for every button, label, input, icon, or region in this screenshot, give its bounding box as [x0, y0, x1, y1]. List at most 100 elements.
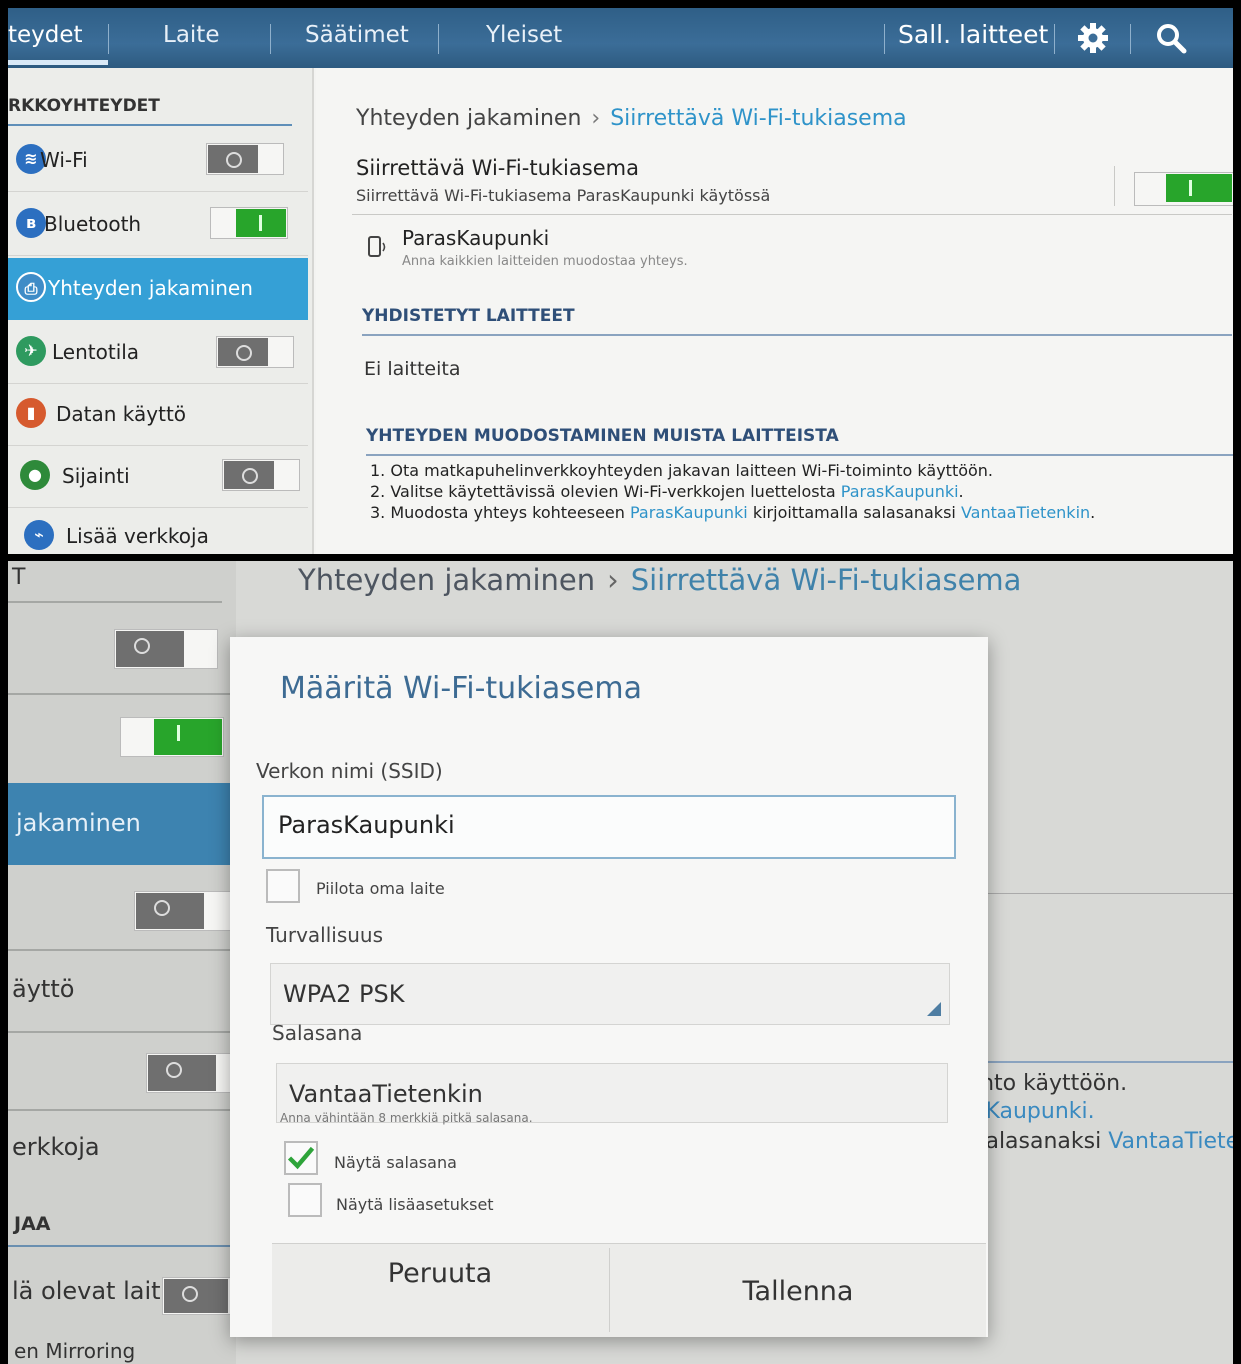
sidebar-item-label: en Mirroring: [14, 1339, 136, 1363]
active-tab-indicator: [8, 60, 108, 65]
breadcrumb-parent[interactable]: Yhteyden jakaminen: [356, 106, 581, 131]
divider-line: [988, 893, 1233, 894]
sidebar-item-label: Lisää verkkoja: [66, 524, 209, 548]
settings-screen-top: teydet Laite Säätimet Yleiset Sall. lait…: [8, 8, 1233, 554]
data-usage-icon: ▮: [16, 398, 46, 428]
hotspot-status: Siirrettävä Wi-Fi-tukiasema ParasKaupunk…: [356, 186, 771, 205]
show-password-checkbox[interactable]: [284, 1141, 318, 1175]
sidebar-item-label: Yhteyden jakaminen: [48, 276, 253, 300]
dropdown-indicator-icon: [927, 1002, 941, 1016]
instruction-step-3: 3. Muodosta yhteys kohteeseen ParasKaupu…: [370, 503, 1096, 522]
more-networks-icon: ⌁: [24, 520, 54, 550]
airplane-toggle[interactable]: [216, 336, 294, 368]
tab-device[interactable]: Laite: [163, 22, 219, 48]
sidebar-item-label: jakaminen: [16, 809, 141, 837]
row-divider: [352, 214, 1232, 215]
sidebar-item-bluetooth[interactable]: ʙ Bluetooth: [8, 194, 308, 256]
sidebar-item-label: Lentotila: [52, 340, 140, 364]
tab-divider: [438, 24, 439, 54]
sidebar-item-airplane[interactable]: ✈ Lentotila: [8, 322, 308, 384]
tab-divider: [1054, 24, 1055, 54]
tethering-icon: ⎙: [16, 272, 46, 302]
dialog-button-bar: Peruuta Tallenna: [272, 1243, 986, 1337]
sidebar-item-data-usage[interactable]: ▮ Datan käyttö: [8, 384, 308, 446]
sidebar-header-fragment: T: [12, 565, 26, 590]
sidebar-item-label: äyttö: [12, 975, 75, 1003]
connect-other-devices-header: YHTEYDEN MUODOSTAMINEN MUISTA LAITTEISTA: [366, 426, 839, 446]
sidebar-item-label: Datan käyttö: [56, 402, 187, 426]
sidebar-item-label: lä olevat lait.: [12, 1277, 169, 1305]
tab-connections[interactable]: teydet: [8, 22, 83, 48]
sidebar-divider: [8, 601, 222, 603]
section-divider: [362, 334, 1232, 336]
tab-divider: [884, 24, 885, 54]
hide-device-checkbox[interactable]: [266, 869, 300, 903]
sidebar-section-header: JAA: [14, 1213, 51, 1235]
cancel-button[interactable]: Peruuta: [272, 1244, 608, 1338]
security-select[interactable]: WPA2 PSK: [270, 963, 950, 1025]
divider-line: [983, 1061, 1233, 1063]
tab-controls[interactable]: Säätimet: [305, 22, 409, 48]
section-divider: [366, 454, 1233, 456]
connected-devices-header: YHDISTETYT LAITTEET: [362, 306, 575, 326]
breadcrumb-current: Siirrettävä Wi-Fi-tukiasema: [610, 106, 907, 131]
sidebar-item-label: erkkoja: [12, 1133, 100, 1161]
ssid-input[interactable]: ParasKaupunki: [262, 795, 956, 859]
no-devices-text: Ei laitteita: [364, 358, 461, 380]
search-icon[interactable]: [1153, 20, 1189, 56]
sidebar-divider: [8, 1031, 236, 1033]
breadcrumb-parent[interactable]: Yhteyden jakaminen: [298, 563, 595, 597]
network-name[interactable]: ParasKaupunki: [402, 226, 549, 250]
phone-hotspot-icon: [368, 236, 386, 257]
gear-icon[interactable]: [1075, 20, 1111, 56]
location-icon: ●: [20, 460, 50, 490]
tab-divider: [108, 24, 109, 54]
bluetooth-toggle[interactable]: [120, 717, 224, 757]
ssid-label: Verkon nimi (SSID): [256, 759, 443, 783]
chevron-right-icon: ›: [607, 563, 619, 597]
tab-general[interactable]: Yleiset: [486, 22, 562, 48]
hotspot-config-dialog: Määritä Wi-Fi-tukiasema Verkon nimi (SSI…: [230, 637, 988, 1337]
allowed-devices-button[interactable]: Sall. laitteet: [898, 20, 1048, 49]
chevron-right-icon: ›: [591, 106, 601, 131]
airplane-toggle[interactable]: [134, 891, 238, 931]
hotspot-toggle[interactable]: [1134, 172, 1233, 206]
settings-screen-bottom: T jakaminen äyttö erkkoja JAA lä olevat …: [8, 561, 1233, 1364]
wifi-toggle[interactable]: [206, 143, 284, 175]
wifi-toggle[interactable]: [114, 629, 218, 669]
settings-tab-bar: teydet Laite Säätimet Yleiset Sall. lait…: [8, 8, 1233, 68]
sidebar-item-label: Wi-Fi: [40, 148, 88, 172]
password-label: Salasana: [272, 1021, 363, 1045]
sidebar-item-more-networks[interactable]: ⌁ Lisää verkkoja: [8, 506, 308, 554]
network-hint: Anna kaikkien laitteiden muodostaa yhtey…: [402, 254, 688, 269]
sidebar-divider: [8, 1109, 236, 1111]
breadcrumb: Yhteyden jakaminen › Siirrettävä Wi-Fi-tuk…: [298, 563, 1021, 597]
background-text-line: into käyttöön.: [974, 1071, 1128, 1096]
location-toggle[interactable]: [222, 459, 300, 491]
airplane-icon: ✈: [16, 336, 46, 366]
hotspot-settings-content: Yhteyden jakaminen › Siirrettävä Wi-Fi-tuk…: [316, 68, 1233, 554]
sidebar-divider: [8, 949, 236, 951]
show-advanced-label: Näytä lisäasetukset: [336, 1195, 494, 1214]
bluetooth-icon: ʙ: [16, 208, 46, 238]
sidebar-divider: [8, 693, 236, 695]
hide-device-label: Piilota oma laite: [316, 879, 445, 898]
background-text-line: sKaupunki.: [974, 1099, 1095, 1124]
breadcrumb: Yhteyden jakaminen › Siirrettävä Wi-Fi-tuk…: [356, 106, 907, 131]
sidebar-item-wifi[interactable]: ≋ Wi-Fi: [8, 130, 308, 192]
password-hint: Anna vähintään 8 merkkiä pitkä salasana.: [280, 1111, 533, 1125]
toggle-divider: [1114, 166, 1115, 206]
dialog-title: Määritä Wi-Fi-tukiasema: [280, 671, 642, 706]
bluetooth-toggle[interactable]: [210, 207, 288, 239]
instruction-step-1: 1. Ota matkapuhelinverkkoyhteyden jakava…: [370, 461, 994, 480]
sidebar-section-header: RKKOYHTEYDET: [8, 96, 160, 116]
sidebar-item-label: Sijainti: [62, 464, 130, 488]
background-sidebar: T jakaminen äyttö erkkoja JAA lä olevat …: [8, 561, 262, 1364]
checkmark-icon: [287, 1146, 315, 1170]
sidebar-item-tethering[interactable]: jakaminen: [8, 783, 236, 865]
sidebar-item-location[interactable]: ● Sijainti: [8, 446, 308, 508]
save-button[interactable]: Tallenna: [610, 1244, 986, 1338]
sidebar-item-tethering[interactable]: ⎙ Yhteyden jakaminen: [8, 258, 308, 320]
security-label: Turvallisuus: [266, 923, 384, 947]
show-advanced-checkbox[interactable]: [288, 1183, 322, 1217]
